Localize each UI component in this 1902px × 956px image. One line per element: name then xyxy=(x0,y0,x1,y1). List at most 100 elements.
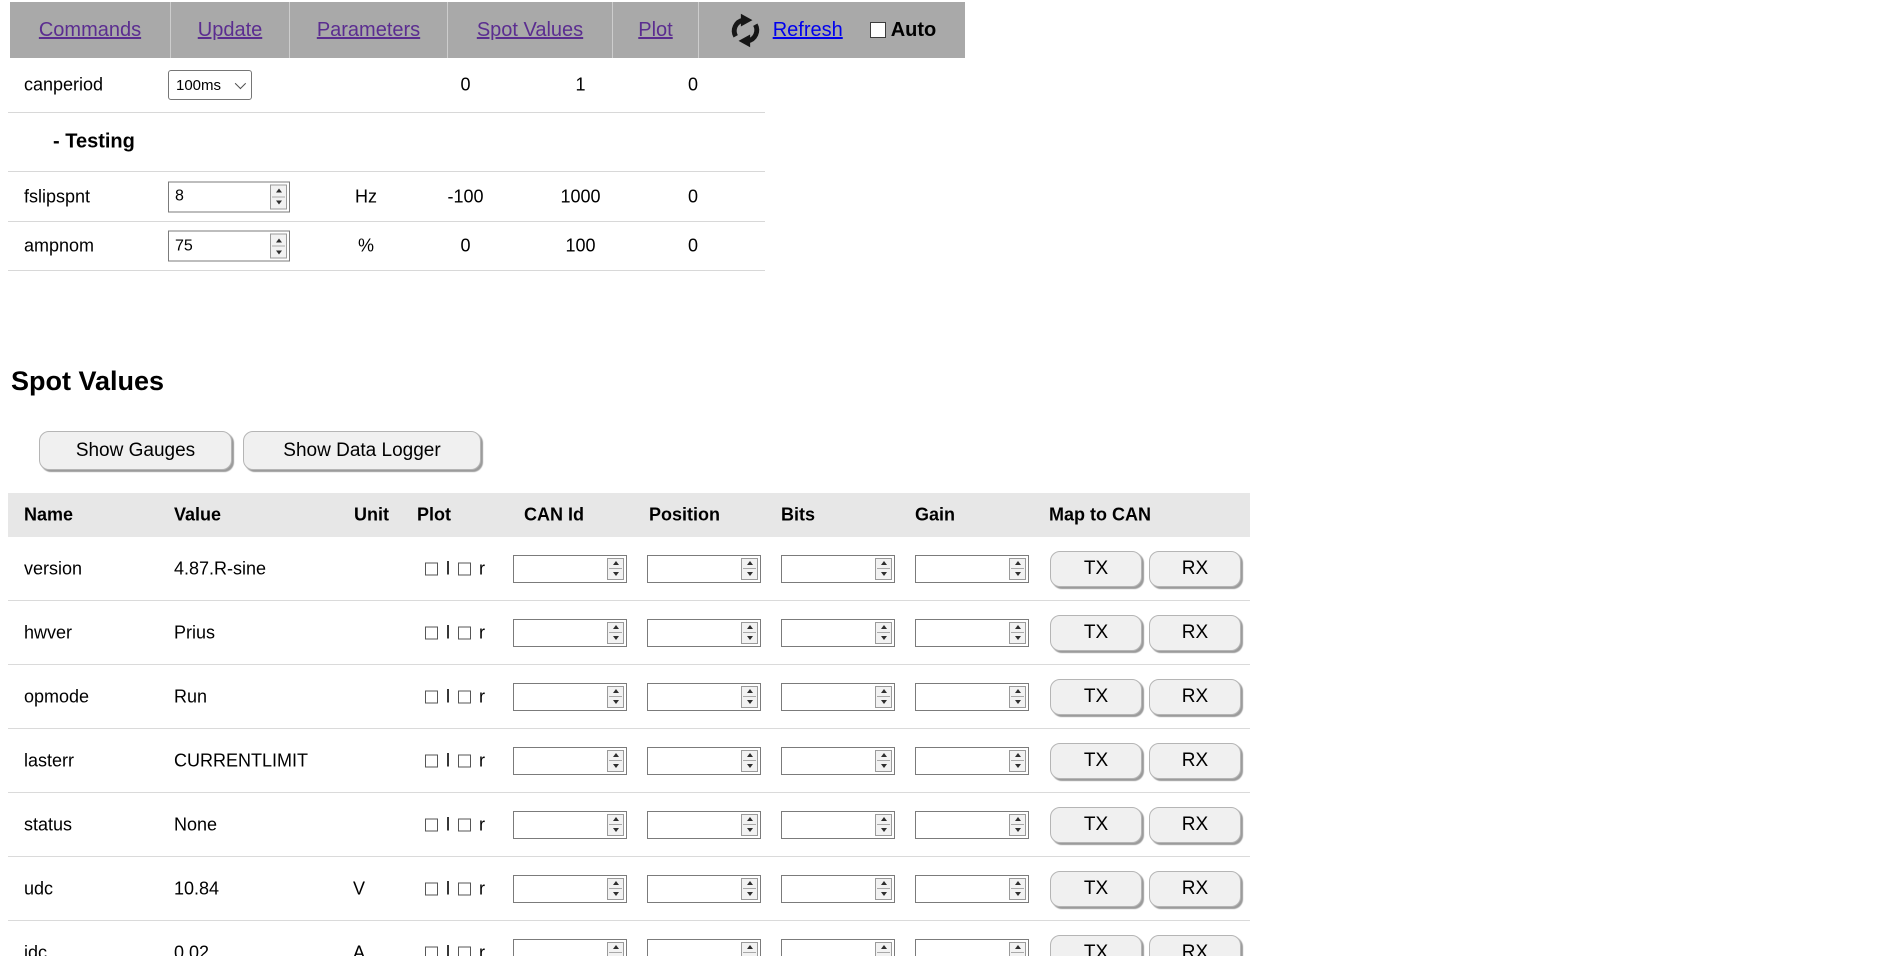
bits-input[interactable] xyxy=(782,620,873,646)
spin-down-icon[interactable] xyxy=(1015,700,1021,704)
spin-down-icon[interactable] xyxy=(276,201,282,205)
bits-input[interactable] xyxy=(782,876,873,902)
refresh-circular-arrows-icon[interactable] xyxy=(727,12,764,49)
spin-down-icon[interactable] xyxy=(881,828,887,832)
spin-up-icon[interactable] xyxy=(881,817,887,821)
auto-checkbox[interactable] xyxy=(870,22,886,38)
rx-button[interactable]: RX xyxy=(1149,615,1241,651)
spin-down-icon[interactable] xyxy=(881,700,887,704)
spin-up-icon[interactable] xyxy=(881,689,887,693)
spinner-control[interactable] xyxy=(875,622,892,644)
spinner-control[interactable] xyxy=(607,814,624,836)
can-id-input[interactable] xyxy=(514,556,605,582)
nav-item-spot-values[interactable]: Spot Values xyxy=(447,2,612,58)
gain-input[interactable] xyxy=(916,556,1007,582)
can-id-input[interactable] xyxy=(514,748,605,774)
bits-input[interactable] xyxy=(782,684,873,710)
spinner-control[interactable] xyxy=(1009,622,1026,644)
gain-input[interactable] xyxy=(916,620,1007,646)
plot-left-checkbox[interactable] xyxy=(425,690,438,703)
rx-button[interactable]: RX xyxy=(1149,743,1241,779)
spin-up-icon[interactable] xyxy=(881,945,887,949)
spinner-control[interactable] xyxy=(875,686,892,708)
spinner-control[interactable] xyxy=(741,942,758,956)
spin-up-icon[interactable] xyxy=(747,753,753,757)
position-input[interactable] xyxy=(648,620,739,646)
bits-input[interactable] xyxy=(782,748,873,774)
position-input[interactable] xyxy=(648,876,739,902)
gain-input[interactable] xyxy=(916,940,1007,956)
position-input[interactable] xyxy=(648,748,739,774)
tx-button[interactable]: TX xyxy=(1050,743,1142,779)
spin-down-icon[interactable] xyxy=(613,764,619,768)
position-input[interactable] xyxy=(648,556,739,582)
spin-up-icon[interactable] xyxy=(613,625,619,629)
spinner-control[interactable] xyxy=(607,686,624,708)
spin-down-icon[interactable] xyxy=(747,892,753,896)
spin-down-icon[interactable] xyxy=(613,572,619,576)
spin-up-icon[interactable] xyxy=(1015,881,1021,885)
rx-button[interactable]: RX xyxy=(1149,871,1241,907)
spin-down-icon[interactable] xyxy=(276,250,282,254)
gain-input[interactable] xyxy=(916,876,1007,902)
spinner-control[interactable] xyxy=(607,622,624,644)
tx-button[interactable]: TX xyxy=(1050,615,1142,651)
spin-down-icon[interactable] xyxy=(881,764,887,768)
spin-down-icon[interactable] xyxy=(613,700,619,704)
spin-down-icon[interactable] xyxy=(747,572,753,576)
spin-up-icon[interactable] xyxy=(613,689,619,693)
can-id-input[interactable] xyxy=(514,940,605,956)
nav-item-update[interactable]: Update xyxy=(170,2,289,58)
spinner-control[interactable] xyxy=(875,814,892,836)
spin-down-icon[interactable] xyxy=(613,828,619,832)
spin-down-icon[interactable] xyxy=(1015,636,1021,640)
plot-right-checkbox[interactable] xyxy=(458,818,471,831)
plot-left-checkbox[interactable] xyxy=(425,946,438,956)
rx-button[interactable]: RX xyxy=(1149,935,1241,956)
spinner-control[interactable] xyxy=(875,942,892,956)
spinner-control[interactable] xyxy=(270,234,287,259)
nav-item-parameters[interactable]: Parameters xyxy=(289,2,447,58)
spin-up-icon[interactable] xyxy=(1015,625,1021,629)
spin-up-icon[interactable] xyxy=(276,238,282,242)
spinner-control[interactable] xyxy=(607,750,624,772)
can-id-input[interactable] xyxy=(514,876,605,902)
spinner-control[interactable] xyxy=(741,878,758,900)
spin-up-icon[interactable] xyxy=(1015,753,1021,757)
plot-left-checkbox[interactable] xyxy=(425,882,438,895)
plot-right-checkbox[interactable] xyxy=(458,562,471,575)
spin-down-icon[interactable] xyxy=(747,700,753,704)
spin-up-icon[interactable] xyxy=(881,561,887,565)
spot-values-link[interactable]: Spot Values xyxy=(477,19,583,42)
plot-left-checkbox[interactable] xyxy=(425,626,438,639)
show-data-logger-button[interactable]: Show Data Logger xyxy=(243,431,481,470)
spin-down-icon[interactable] xyxy=(1015,764,1021,768)
tx-button[interactable]: TX xyxy=(1050,935,1142,956)
spinner-control[interactable] xyxy=(270,184,287,209)
spinner-control[interactable] xyxy=(741,686,758,708)
plot-right-checkbox[interactable] xyxy=(458,946,471,956)
spinner-control[interactable] xyxy=(875,558,892,580)
spin-up-icon[interactable] xyxy=(747,817,753,821)
spin-up-icon[interactable] xyxy=(613,561,619,565)
spin-down-icon[interactable] xyxy=(1015,572,1021,576)
rx-button[interactable]: RX xyxy=(1149,551,1241,587)
plot-link[interactable]: Plot xyxy=(638,19,672,42)
spin-up-icon[interactable] xyxy=(747,561,753,565)
spinner-control[interactable] xyxy=(741,814,758,836)
spinner-control[interactable] xyxy=(1009,942,1026,956)
can-id-input[interactable] xyxy=(514,812,605,838)
spin-down-icon[interactable] xyxy=(881,636,887,640)
spinner-control[interactable] xyxy=(1009,878,1026,900)
can-id-input[interactable] xyxy=(514,684,605,710)
spin-down-icon[interactable] xyxy=(881,572,887,576)
spinner-control[interactable] xyxy=(607,558,624,580)
plot-left-checkbox[interactable] xyxy=(425,562,438,575)
spin-up-icon[interactable] xyxy=(613,817,619,821)
spin-down-icon[interactable] xyxy=(747,828,753,832)
plot-right-checkbox[interactable] xyxy=(458,690,471,703)
spin-up-icon[interactable] xyxy=(613,945,619,949)
tx-button[interactable]: TX xyxy=(1050,807,1142,843)
spinner-control[interactable] xyxy=(875,878,892,900)
bits-input[interactable] xyxy=(782,556,873,582)
